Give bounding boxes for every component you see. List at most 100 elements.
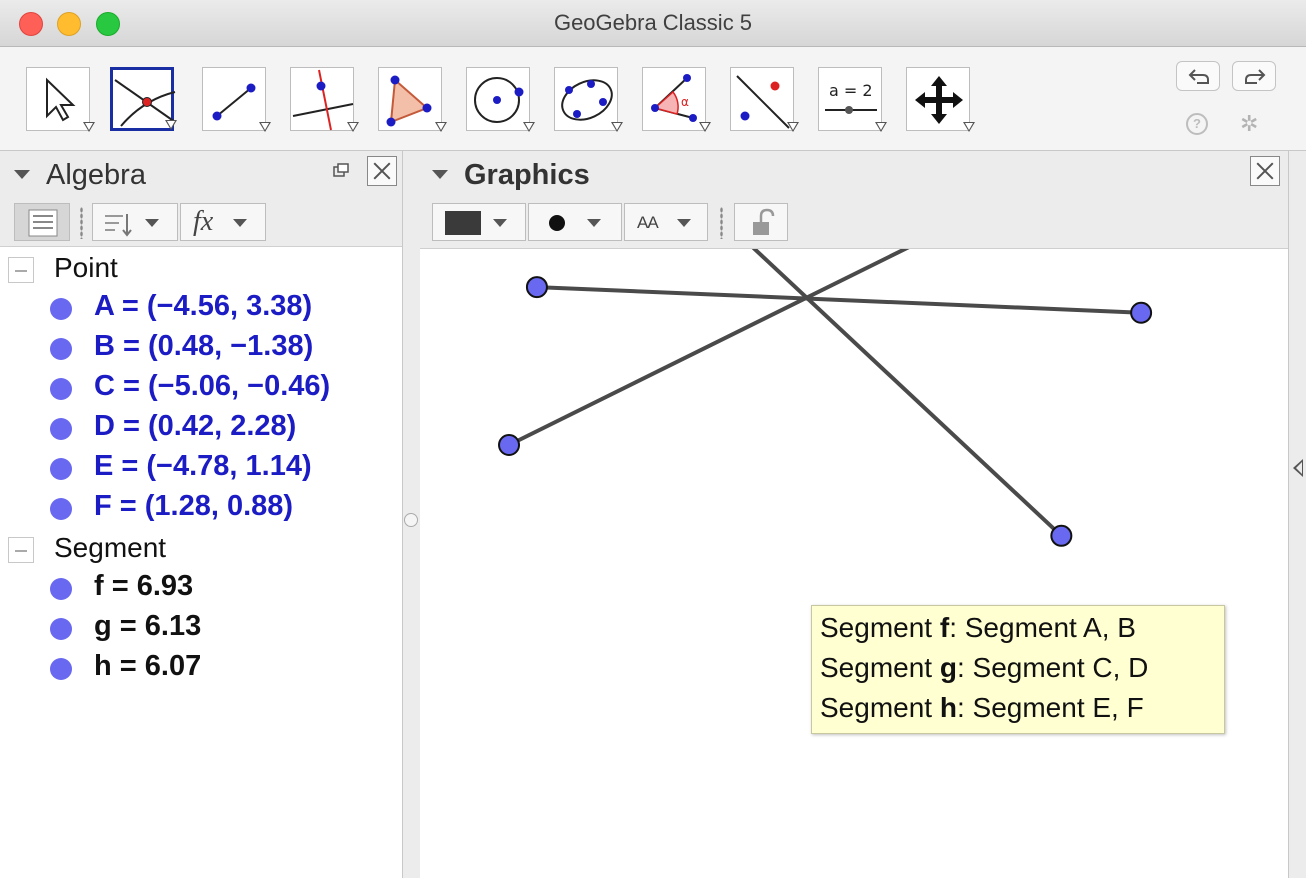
perpendicular-tool-button[interactable] bbox=[290, 67, 359, 132]
list-item[interactable]: h = 6.07 bbox=[0, 647, 402, 687]
reflect-tool-button[interactable] bbox=[730, 67, 799, 132]
text-style-icon: AA bbox=[637, 213, 659, 232]
sort-by-button[interactable] bbox=[92, 203, 178, 241]
window-title: GeoGebra Classic 5 bbox=[553, 10, 753, 35]
polygon-tool-button[interactable] bbox=[378, 67, 447, 132]
list-item[interactable]: F = (1.28, 0.88) bbox=[0, 487, 402, 527]
algebra-style-bar: fx bbox=[0, 197, 402, 247]
point-style-icon bbox=[549, 215, 565, 231]
tooltip-line: Segment h: Segment E, F bbox=[820, 692, 1144, 723]
group-header-point[interactable]: Point bbox=[0, 247, 402, 287]
tooltip-line: Segment g: Segment C, D bbox=[820, 652, 1149, 683]
main-toolbar: α a = 2 ? ✲ bbox=[0, 47, 1306, 151]
conic-tool-button[interactable] bbox=[554, 67, 623, 132]
list-item[interactable]: g = 6.13 bbox=[0, 607, 402, 647]
chevron-down-icon bbox=[233, 219, 247, 227]
unlock-icon bbox=[753, 208, 775, 235]
tooltip-line: Segment f: Segment A, B bbox=[820, 612, 1136, 643]
graphics-canvas[interactable] bbox=[420, 249, 1288, 878]
visibility-toggle[interactable] bbox=[50, 298, 72, 320]
move-tool-button[interactable] bbox=[26, 67, 95, 132]
visibility-toggle[interactable] bbox=[50, 658, 72, 680]
list-item[interactable]: E = (−4.78, 1.14) bbox=[0, 447, 402, 487]
visibility-toggle[interactable] bbox=[50, 378, 72, 400]
label-style-button[interactable]: AA bbox=[624, 203, 708, 241]
graphics-header: Graphics bbox=[420, 151, 1288, 197]
algebra-view: Algebra fx Point A = (−4.56, 3.38) B = (… bbox=[0, 151, 403, 878]
point-style-button[interactable] bbox=[528, 203, 622, 241]
chevron-down-icon bbox=[677, 219, 691, 227]
conic-five-points-icon bbox=[561, 79, 613, 121]
line-through-two-points-icon bbox=[212, 83, 256, 121]
redo-icon bbox=[1245, 69, 1266, 84]
color-picker-button[interactable] bbox=[432, 203, 526, 241]
group-header-segment[interactable]: Segment bbox=[0, 527, 402, 567]
circle-center-point-icon bbox=[474, 77, 524, 123]
chevron-down-icon bbox=[493, 219, 507, 227]
auxiliary-objects-button[interactable] bbox=[14, 203, 70, 241]
reflect-about-line-icon bbox=[736, 75, 790, 129]
point-B[interactable] bbox=[1050, 524, 1073, 547]
side-panel-strip bbox=[1288, 151, 1306, 878]
segment-tooltip: Segment f: Segment A, B Segment g: Segme… bbox=[811, 605, 1225, 734]
undo-button[interactable] bbox=[1176, 61, 1220, 91]
collapse-arrow-icon[interactable] bbox=[432, 170, 448, 179]
graphics-style-bar: AA bbox=[420, 197, 1288, 249]
segment-EF[interactable] bbox=[536, 285, 1142, 315]
color-swatch-icon bbox=[445, 211, 481, 235]
visibility-toggle[interactable] bbox=[50, 498, 72, 520]
sort-icon bbox=[105, 214, 132, 237]
visibility-toggle[interactable] bbox=[50, 578, 72, 600]
visibility-toggle[interactable] bbox=[50, 618, 72, 640]
algebra-header: Algebra bbox=[0, 151, 402, 197]
title-bar: GeoGebra Classic 5 bbox=[0, 0, 1306, 47]
description-mode-button[interactable]: fx bbox=[180, 203, 266, 241]
angle-icon: α bbox=[651, 74, 697, 122]
undo-icon bbox=[1188, 69, 1209, 84]
svg-text:α: α bbox=[681, 95, 689, 109]
help-icon[interactable]: ? bbox=[1186, 113, 1208, 135]
move-graphics-view-icon bbox=[915, 76, 963, 124]
angle-tool-button[interactable]: α bbox=[642, 67, 711, 132]
polygon-icon bbox=[386, 75, 432, 127]
point-E[interactable] bbox=[525, 276, 548, 299]
visibility-toggle[interactable] bbox=[50, 458, 72, 480]
collapse-group-icon[interactable] bbox=[8, 257, 34, 283]
graphics-title: Graphics bbox=[464, 159, 590, 191]
slider-tool-button[interactable]: a = 2 bbox=[818, 67, 887, 132]
graphics-view: Graphics AA bbox=[420, 151, 1288, 878]
point-F[interactable] bbox=[1130, 301, 1153, 324]
chevron-down-icon bbox=[145, 219, 159, 227]
algebra-close-button[interactable] bbox=[367, 156, 397, 186]
list-view-icon bbox=[28, 209, 58, 237]
algebra-title: Algebra bbox=[46, 159, 146, 191]
lock-button[interactable] bbox=[734, 203, 788, 241]
panel-splitter-handle[interactable] bbox=[404, 513, 418, 527]
segment-CD[interactable] bbox=[508, 249, 1055, 447]
intersect-tool-button[interactable] bbox=[110, 67, 177, 131]
point-C[interactable] bbox=[498, 434, 521, 457]
visibility-toggle[interactable] bbox=[50, 418, 72, 440]
expand-panel-arrow-icon[interactable] bbox=[1293, 459, 1303, 477]
list-item[interactable]: B = (0.48, −1.38) bbox=[0, 327, 402, 367]
collapse-group-icon[interactable] bbox=[8, 537, 34, 563]
gear-icon[interactable]: ✲ bbox=[1240, 111, 1258, 137]
slider-icon: a = 2 bbox=[825, 81, 877, 114]
svg-text:a = 2: a = 2 bbox=[829, 81, 873, 100]
move-view-tool-button[interactable] bbox=[906, 67, 975, 132]
circle-tool-button[interactable] bbox=[466, 67, 535, 132]
visibility-toggle[interactable] bbox=[50, 338, 72, 360]
list-item[interactable]: C = (−5.06, −0.46) bbox=[0, 367, 402, 407]
perpendicular-line-icon bbox=[292, 69, 354, 131]
undock-icon[interactable] bbox=[333, 163, 349, 177]
chevron-down-icon bbox=[587, 219, 601, 227]
collapse-arrow-icon[interactable] bbox=[14, 170, 30, 179]
line-tool-button[interactable] bbox=[202, 67, 271, 132]
redo-button[interactable] bbox=[1232, 61, 1276, 91]
list-item[interactable]: f = 6.93 bbox=[0, 567, 402, 607]
list-item[interactable]: A = (−4.56, 3.38) bbox=[0, 287, 402, 327]
graphics-close-button[interactable] bbox=[1250, 156, 1280, 186]
fx-icon: fx bbox=[193, 206, 214, 237]
list-item[interactable]: D = (0.42, 2.28) bbox=[0, 407, 402, 447]
move-arrow-icon bbox=[46, 77, 76, 122]
